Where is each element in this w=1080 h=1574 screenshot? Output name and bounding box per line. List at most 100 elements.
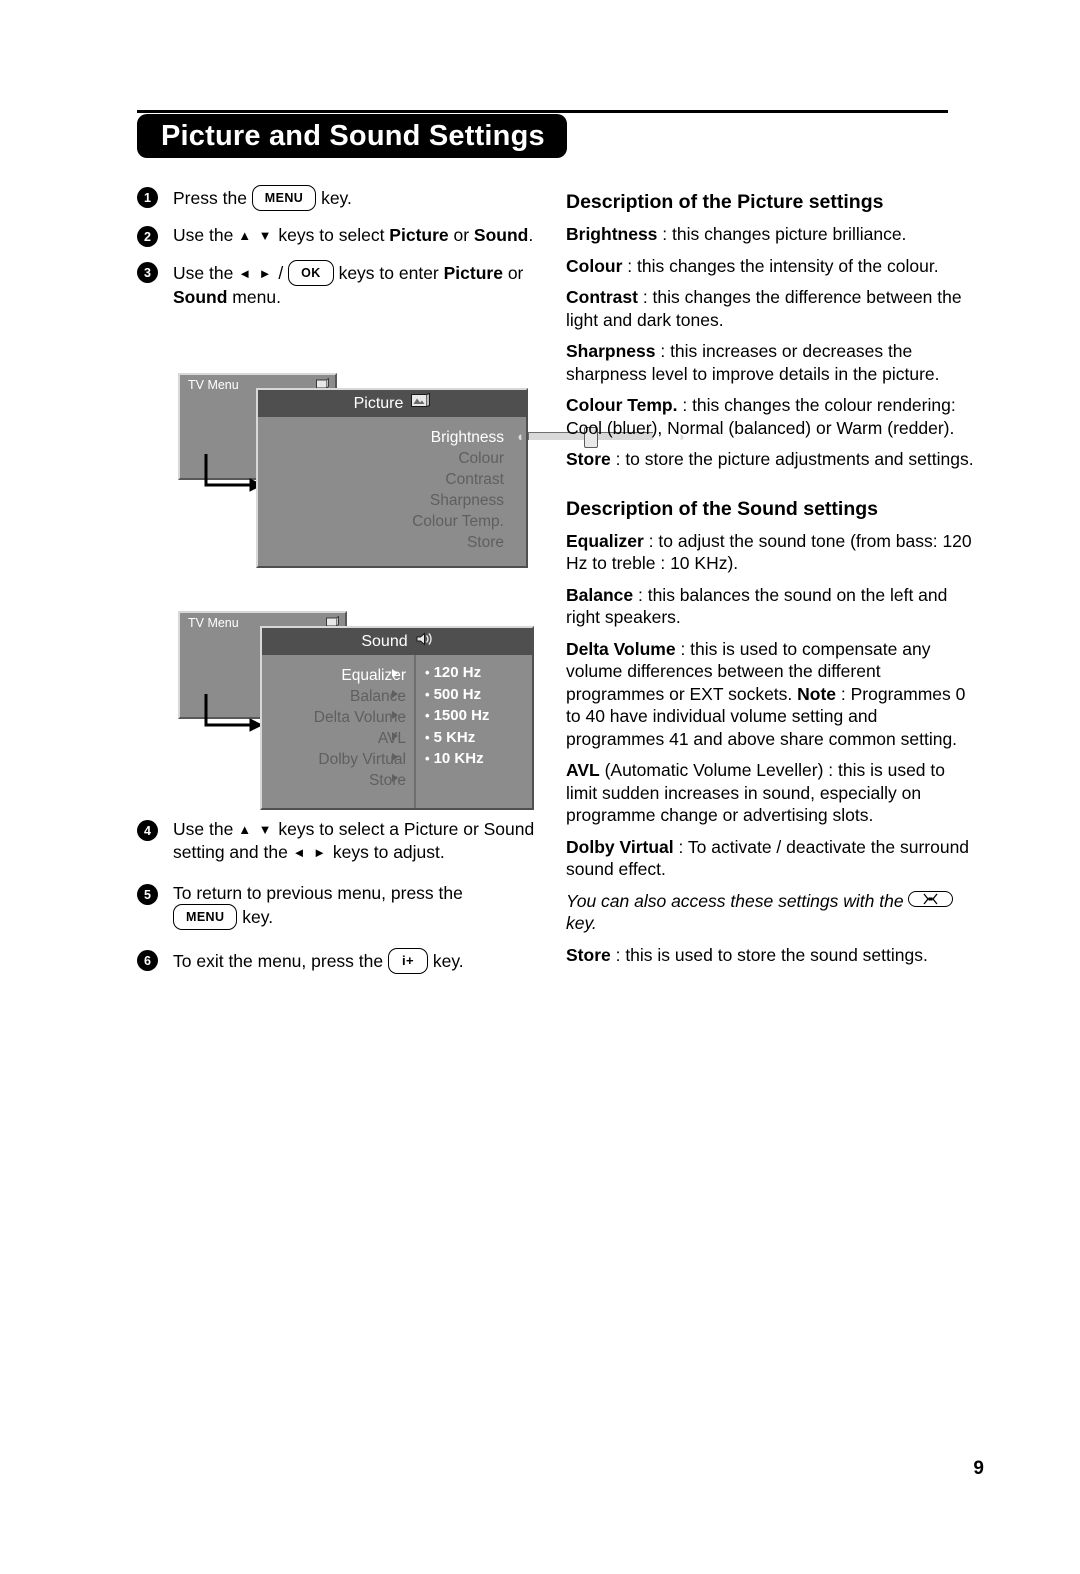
step-6: 6 To exit the menu, press the i+ key. <box>137 948 537 974</box>
chevron-right-icon <box>392 732 398 740</box>
left-right-arrows-icon: ◄ ► <box>238 266 274 281</box>
step-5-number: 5 <box>137 884 158 905</box>
osd-picture-row-colour[interactable]: Colour <box>258 448 504 469</box>
osd-sound-row-equalizer[interactable]: Equalizer <box>262 665 406 686</box>
step-3-text-mid: keys to enter <box>333 263 444 283</box>
osd-picture-panel-header: Picture <box>258 390 526 417</box>
osd-picture-row-brightness[interactable]: Brightness ◖ 39 ◗ <box>258 427 686 448</box>
sound-setting-equalizer: Equalizer : to adjust the sound tone (fr… <box>566 530 972 574</box>
osd-sound-row-dolby-virtual[interactable]: Dolby Virtual <box>262 749 406 770</box>
left-right-arrows-icon: ◄ ► <box>292 845 329 860</box>
sound-setting-delta-volume: Delta Volume : this is used to compensat… <box>566 638 966 749</box>
speaker-left-icon: ◖ <box>516 428 524 444</box>
step-1-number: 1 <box>137 187 158 208</box>
picture-setting-colour: Colour : this changes the intensity of t… <box>566 255 939 276</box>
osd-sound-panel: Sound Equalizer Balance Delta Volume AVL… <box>260 626 534 810</box>
term-equalizer: Equalizer <box>566 530 644 551</box>
chevron-right-icon <box>392 774 398 782</box>
osd-sound-illustration: TV Menu Picture Sound Features Install S… <box>178 608 534 813</box>
term-note: Note <box>797 683 837 704</box>
page-title-banner: Picture and Sound Settings <box>137 114 567 158</box>
equalizer-band-1500hz[interactable]: • 1500 Hz <box>425 705 525 727</box>
term-delta-volume: Delta Volume <box>566 638 676 659</box>
ok-key[interactable]: OK <box>288 260 334 286</box>
term-avl: AVL <box>566 760 600 780</box>
chevron-right-icon <box>392 669 398 677</box>
sound-setting-store: Store : this is used to store the sound … <box>566 944 928 965</box>
equalizer-band-120hz[interactable]: • 120 Hz <box>425 662 525 684</box>
step-2-bold-sound: Sound <box>473 225 529 245</box>
step-1-text-post: key. <box>316 188 352 208</box>
osd-sound-row-store-label: Store <box>368 772 406 789</box>
step-3-number: 3 <box>137 262 158 283</box>
term-store-sound: Store <box>566 944 611 965</box>
step-4-number: 4 <box>137 820 158 841</box>
step-3: 3 Use the ◄ ► / OK keys to enter Picture… <box>137 260 537 308</box>
surround-key[interactable] <box>908 890 954 907</box>
step-2-text-mid2: or <box>448 225 474 245</box>
osd-picture-rows: Brightness ◖ 39 ◗ Colour Contrast Sharpn… <box>258 417 686 565</box>
step-6-text-pre: To exit the menu, press the <box>173 951 388 971</box>
equalizer-band-500hz[interactable]: • 500 Hz <box>425 684 525 706</box>
step-2-number: 2 <box>137 226 158 247</box>
osd-sound-row-avl[interactable]: AVL <box>262 728 406 749</box>
osd-picture-illustration: TV Menu Picture Sound Features Install P… <box>178 370 686 570</box>
osd-sound-row-delta-volume[interactable]: Delta Volume <box>262 707 406 728</box>
osd-sound-row-balance[interactable]: Balance <box>262 686 406 707</box>
osd-sound-divider <box>414 655 416 808</box>
right-column: Description of the Picture settings Brig… <box>566 190 978 975</box>
document-page: Picture and Sound Settings 1 Press the M… <box>0 0 1080 1574</box>
osd-picture-row-store[interactable]: Store <box>258 532 504 553</box>
step-3-text-pre: Use the <box>173 263 239 283</box>
picture-settings-heading: Description of the Picture settings <box>566 191 884 213</box>
step-2-text-post: . <box>528 225 534 245</box>
osd-sound-tvmenu-title: TV Menu <box>188 615 239 630</box>
step-6-text-post: key. <box>428 951 464 971</box>
term-sharpness: Sharpness <box>566 341 656 361</box>
menu-key[interactable]: MENU <box>251 185 317 211</box>
step-4-text-post: keys to adjust. <box>328 842 445 862</box>
step-4: 4 Use the ▲ ▼ keys to select a Picture o… <box>137 818 537 864</box>
step-2-text-pre: Use the <box>173 225 239 245</box>
picture-setting-store: Store : to store the picture adjustments… <box>566 449 974 469</box>
sound-settings-note: You can also access these settings with … <box>566 890 978 935</box>
menu-key[interactable]: MENU <box>173 904 238 930</box>
term-store-picture: Store <box>566 449 611 469</box>
page-title: Picture and Sound Settings <box>161 119 545 152</box>
picture-setting-brightness: Brightness : this changes picture brilli… <box>566 224 907 244</box>
step-4-text-pre: Use the <box>173 819 239 839</box>
sound-setting-dolby-virtual: Dolby Virtual : To activate / deactivate… <box>566 836 970 880</box>
step-1: 1 Press the MENU key. <box>137 185 537 211</box>
up-down-arrows-icon: ▲ ▼ <box>238 822 274 837</box>
osd-picture-row-sharpness[interactable]: Sharpness <box>258 490 504 511</box>
term-dolby-virtual: Dolby Virtual <box>566 836 674 857</box>
osd-sound-row-store[interactable]: Store <box>262 770 406 791</box>
step-3-text-mid2: or <box>502 263 524 283</box>
step-2: 2 Use the ▲ ▼ keys to select Picture or … <box>137 224 537 247</box>
step-2-bold-picture: Picture <box>389 225 449 245</box>
step-3-text-post: menu. <box>227 287 281 307</box>
speaker-icon <box>416 631 433 652</box>
equalizer-band-5khz[interactable]: • 5 KHz <box>425 727 525 749</box>
info-key[interactable]: i+ <box>387 948 428 974</box>
picture-setting-contrast: Contrast : this changes the difference b… <box>566 287 962 330</box>
chevron-right-icon <box>392 711 398 719</box>
step-2-text-mid: keys to select <box>273 225 390 245</box>
step-3-bold-sound: Sound <box>173 287 228 307</box>
term-contrast: Contrast <box>566 287 638 307</box>
step-5: 5 To return to previous menu, press the … <box>137 882 537 930</box>
osd-picture-panel: Picture Brightness ◖ 39 ◗ Colour Contras… <box>256 388 686 568</box>
left-column-steps-lower: 4 Use the ▲ ▼ keys to select a Picture o… <box>137 818 537 987</box>
term-colour-temp: Colour Temp. <box>566 395 678 415</box>
title-rule <box>137 110 948 113</box>
term-brightness: Brightness <box>566 224 658 244</box>
equalizer-band-10khz[interactable]: • 10 KHz <box>425 748 525 770</box>
osd-picture-row-colour-temp[interactable]: Colour Temp. <box>258 511 504 532</box>
chevron-right-icon <box>392 690 398 698</box>
osd-picture-row-contrast[interactable]: Contrast <box>258 469 504 490</box>
term-balance: Balance <box>566 584 634 605</box>
picture-icon <box>411 392 431 414</box>
step-5-text-post: key. <box>237 907 274 927</box>
osd-picture-tvmenu-title: TV Menu <box>188 377 239 392</box>
osd-sound-panel-header: Sound <box>262 628 532 655</box>
